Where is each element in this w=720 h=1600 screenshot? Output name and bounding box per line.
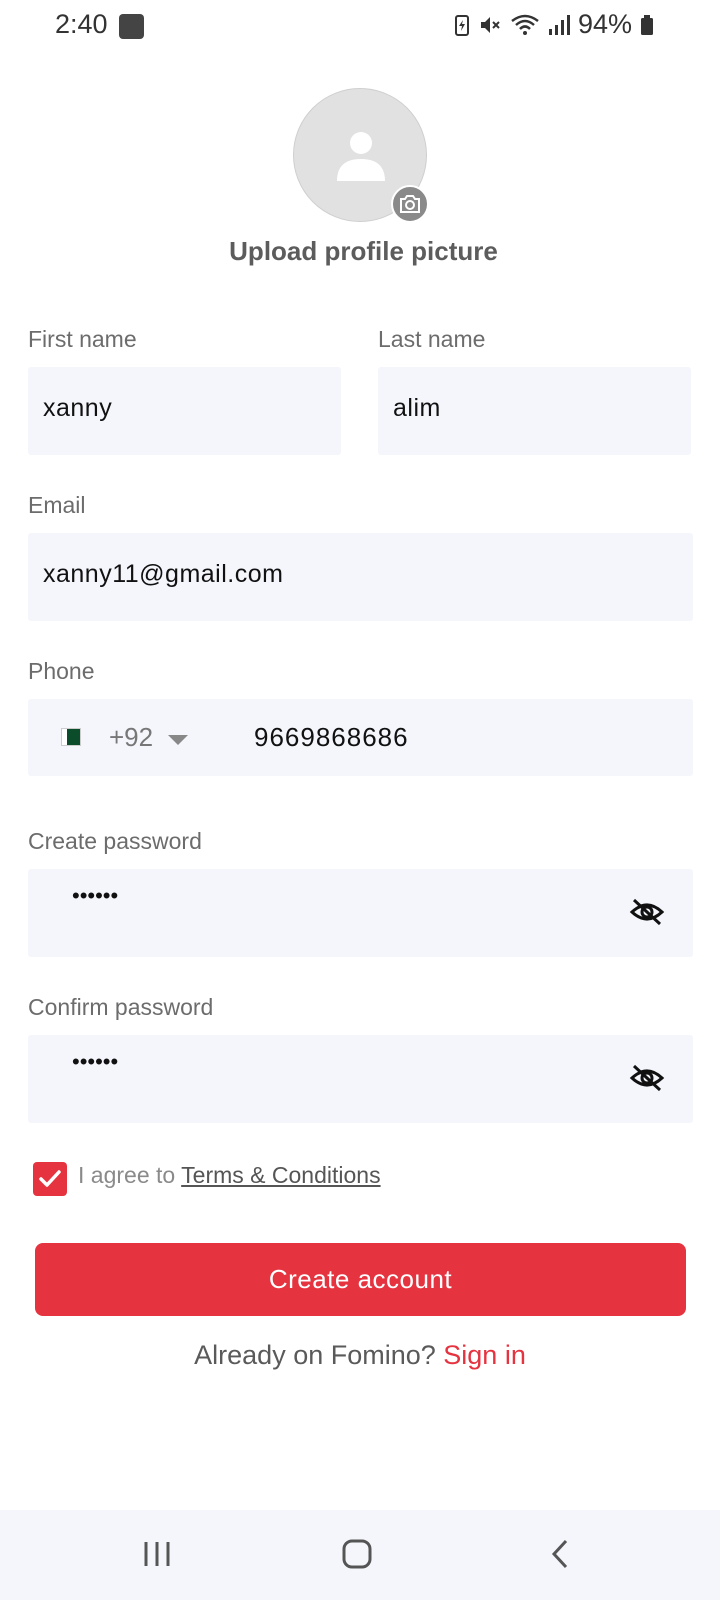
- phone-number-value: 9669868686: [254, 722, 409, 752]
- signin-row: Already on Fomino? Sign in: [0, 1340, 720, 1371]
- notification-app-icon: [119, 14, 144, 39]
- home-icon[interactable]: [341, 1538, 373, 1570]
- person-icon: [337, 132, 385, 181]
- recent-apps-icon[interactable]: [141, 1538, 173, 1570]
- eye-off-icon[interactable]: [629, 1063, 665, 1093]
- last-name-field[interactable]: alim: [378, 367, 691, 455]
- terms-text: I agree to Terms & Conditions: [78, 1162, 381, 1189]
- terms-link[interactable]: Terms & Conditions: [181, 1162, 380, 1188]
- status-icons: 94%: [454, 9, 654, 40]
- pakistan-flag-icon: [61, 728, 81, 746]
- eye-off-icon[interactable]: [629, 897, 665, 927]
- signin-link[interactable]: Sign in: [443, 1340, 526, 1370]
- battery-saver-icon: [454, 14, 469, 36]
- signin-prompt: Already on Fomino?: [194, 1340, 444, 1370]
- checkmark-icon: [39, 1170, 61, 1187]
- first-name-field[interactable]: xanny: [28, 367, 341, 455]
- phone-field[interactable]: +92 9669868686: [28, 699, 693, 776]
- camera-upload-button[interactable]: [391, 185, 429, 223]
- upload-profile-label[interactable]: Upload profile picture: [0, 236, 720, 267]
- country-code-selector[interactable]: +92: [109, 722, 153, 753]
- terms-prefix: I agree to: [78, 1162, 182, 1188]
- status-time: 2:40: [55, 9, 108, 39]
- first-name-label: First name: [28, 326, 137, 352]
- create-password-field[interactable]: ••••••: [28, 869, 693, 957]
- last-name-label: Last name: [378, 326, 486, 352]
- terms-checkbox[interactable]: [33, 1162, 67, 1196]
- wifi-icon: [511, 14, 539, 35]
- email-field[interactable]: xanny11@gmail.com: [28, 533, 693, 621]
- confirm-password-label: Confirm password: [28, 994, 214, 1020]
- back-icon[interactable]: [548, 1538, 572, 1570]
- confirm-password-value: ••••••: [72, 1049, 119, 1074]
- first-name-value: xanny: [43, 394, 113, 422]
- create-password-label: Create password: [28, 828, 202, 854]
- camera-icon: [400, 195, 420, 213]
- battery-percentage: 94%: [577, 9, 632, 39]
- create-account-button[interactable]: Create account: [35, 1243, 686, 1316]
- status-bar: 2:40 94%: [0, 0, 720, 52]
- confirm-password-field[interactable]: ••••••: [28, 1035, 693, 1123]
- email-label: Email: [28, 492, 86, 518]
- create-password-value: ••••••: [72, 883, 119, 908]
- mute-icon: [480, 16, 500, 33]
- email-value: xanny11@gmail.com: [43, 560, 284, 588]
- signal-icon: [548, 14, 570, 35]
- system-nav-bar: [0, 1510, 720, 1600]
- phone-label: Phone: [28, 658, 95, 684]
- chevron-down-icon[interactable]: [168, 735, 188, 745]
- battery-icon: [641, 14, 653, 35]
- last-name-value: alim: [393, 394, 441, 422]
